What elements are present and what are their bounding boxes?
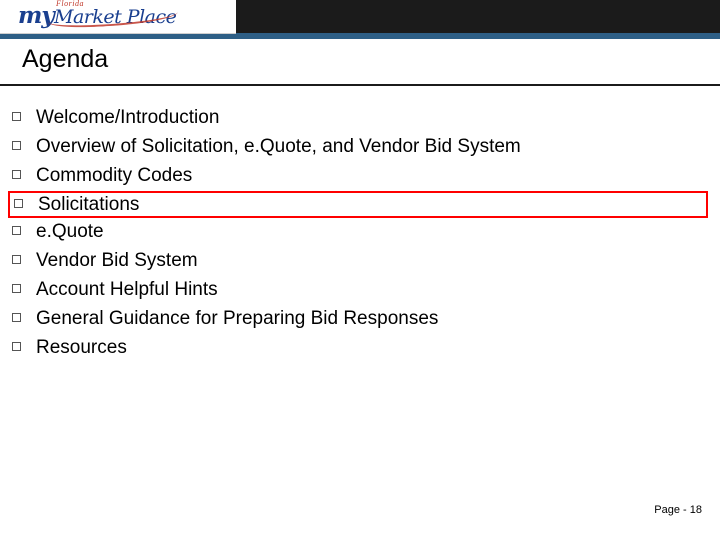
list-item: Vendor Bid System xyxy=(0,247,720,276)
logo-inner: my Florida Market Place xyxy=(18,0,228,33)
list-item-label: Resources xyxy=(36,337,127,358)
list-item-label: Account Helpful Hints xyxy=(36,279,218,300)
bullet-square-icon xyxy=(12,313,21,322)
page-title: Agenda xyxy=(22,45,109,73)
list-item-label: Vendor Bid System xyxy=(36,250,198,271)
list-item: General Guidance for Preparing Bid Respo… xyxy=(0,305,720,334)
list-item-label: Overview of Solicitation, e.Quote, and V… xyxy=(36,136,521,157)
list-item-label: Solicitations xyxy=(38,194,140,215)
list-item-label: Commodity Codes xyxy=(36,165,193,186)
list-item: Commodity Codes xyxy=(0,162,720,191)
list-item: Account Helpful Hints xyxy=(0,276,720,305)
bullet-square-icon xyxy=(12,284,21,293)
bullet-square-icon xyxy=(12,255,21,264)
bullet-square-icon xyxy=(12,170,21,179)
slide: my Florida Market Place Agenda Welcome/I… xyxy=(0,0,720,540)
list-item-label: Welcome/Introduction xyxy=(36,107,220,128)
list-item: Welcome/Introduction xyxy=(0,104,720,133)
page-number: Page - 18 xyxy=(654,504,702,516)
bullet-square-icon xyxy=(12,112,21,121)
agenda-list: Welcome/Introduction Overview of Solicit… xyxy=(0,104,720,363)
bullet-square-icon xyxy=(12,141,21,150)
list-item-label: e.Quote xyxy=(36,221,104,242)
list-item: e.Quote xyxy=(0,218,720,247)
myfloridamarketplace-logo: my Florida Market Place xyxy=(0,0,236,34)
bullet-square-icon xyxy=(12,226,21,235)
bullet-square-icon xyxy=(14,199,23,208)
bullet-square-icon xyxy=(12,342,21,351)
title-divider xyxy=(0,84,720,86)
list-item-highlighted: Solicitations xyxy=(8,191,708,218)
list-item: Overview of Solicitation, e.Quote, and V… xyxy=(0,133,720,162)
list-item-label: General Guidance for Preparing Bid Respo… xyxy=(36,308,439,329)
list-item: Resources xyxy=(0,334,720,363)
